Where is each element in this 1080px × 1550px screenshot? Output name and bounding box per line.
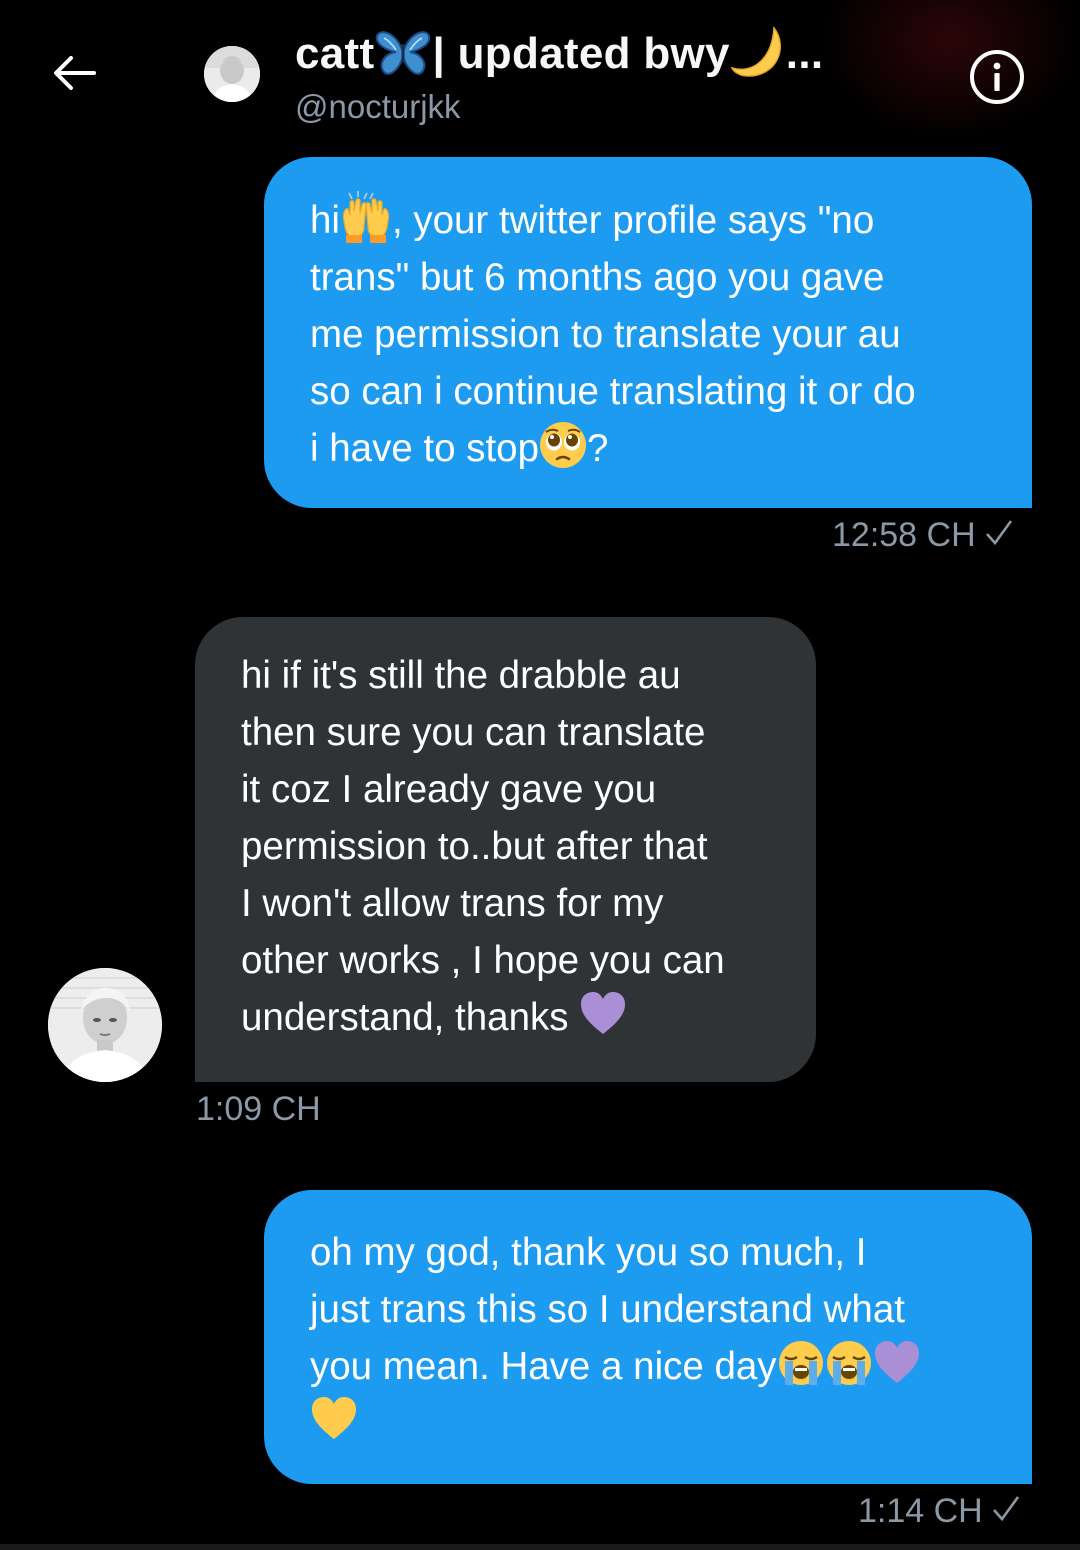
- title-name: catt: [295, 29, 375, 78]
- info-button[interactable]: [970, 50, 1024, 104]
- message-line: understand, thanks: [241, 989, 776, 1046]
- profile-handle: @nocturjkk: [295, 88, 461, 125]
- timestamp-text: 12:58 CH: [832, 516, 976, 554]
- received-message-bubble[interactable]: hi if it's still the drabble au then sur…: [195, 617, 816, 1082]
- message-timestamp: 1:09 CH: [196, 1090, 321, 1129]
- checkmark-icon: [984, 516, 1014, 555]
- crying-face-emoji-icon: [825, 1339, 873, 1387]
- message-line: other works , I hope you can: [241, 939, 725, 982]
- message-line: hi , your twitter profile says "no: [310, 191, 992, 249]
- arrow-left-icon: [54, 56, 96, 90]
- message-line: i have to stop ?: [310, 420, 992, 477]
- message-timestamp: 1:14 CH: [858, 1492, 1021, 1531]
- title-ellipsis: ...: [785, 29, 824, 78]
- message-line: trans" but 6 months ago you gave: [310, 256, 885, 299]
- crescent-moon-icon: [730, 24, 786, 85]
- pleading-face-emoji-icon: [539, 421, 587, 469]
- sent-message-bubble[interactable]: hi , your twitter profile says "no trans…: [264, 157, 1032, 508]
- info-icon: [993, 62, 1001, 91]
- crying-face-emoji-icon: [777, 1339, 825, 1387]
- sender-avatar[interactable]: [48, 968, 162, 1082]
- raising-hands-emoji-icon: [340, 191, 392, 243]
- sent-message-bubble[interactable]: oh my god, thank you so much, I just tra…: [264, 1190, 1032, 1484]
- message-line: it coz I already gave you: [241, 768, 657, 811]
- purple-heart-emoji-icon: [579, 990, 627, 1038]
- message-line: me permission to translate your au: [310, 313, 901, 356]
- title-status: | updated bwy: [432, 29, 730, 78]
- message-text: ?: [587, 427, 609, 470]
- timestamp-text: 1:09 CH: [196, 1090, 321, 1128]
- avatar-image: [48, 968, 162, 1082]
- message-line: [310, 1395, 992, 1455]
- back-button[interactable]: [48, 50, 100, 96]
- message-line: you mean. Have a nice day: [310, 1338, 992, 1395]
- timestamp-text: 1:14 CH: [858, 1492, 983, 1530]
- message-line: just trans this so I understand what: [310, 1288, 905, 1331]
- yellow-heart-emoji-icon: [310, 1395, 358, 1443]
- butterfly-icon: [374, 26, 432, 83]
- message-line: hi if it's still the drabble au: [241, 654, 681, 697]
- message-text: i have to stop: [310, 427, 540, 470]
- checkmark-icon: [991, 1492, 1021, 1531]
- purple-heart-emoji-icon: [873, 1339, 921, 1387]
- message-line: then sure you can translate: [241, 711, 706, 754]
- conversation-title[interactable]: catt | updated bwy ...: [295, 24, 823, 84]
- message-timestamp: 12:58 CH: [832, 516, 1014, 555]
- message-text: hi: [310, 199, 340, 242]
- message-text: understand, thanks: [241, 996, 580, 1039]
- message-text: you mean. Have a nice day: [310, 1345, 777, 1388]
- avatar-image: [204, 46, 260, 102]
- composer-divider: [0, 1544, 1080, 1550]
- message-text: , your twitter profile says "no: [391, 199, 875, 242]
- message-line: so can i continue translating it or do: [310, 370, 916, 413]
- message-line: oh my god, thank you so much, I: [310, 1231, 867, 1274]
- message-line: I won't allow trans for my: [241, 882, 664, 925]
- profile-avatar[interactable]: [204, 46, 260, 102]
- message-line: permission to..but after that: [241, 825, 708, 868]
- conversation-header: catt | updated bwy ... @nocturjkk: [0, 0, 1080, 140]
